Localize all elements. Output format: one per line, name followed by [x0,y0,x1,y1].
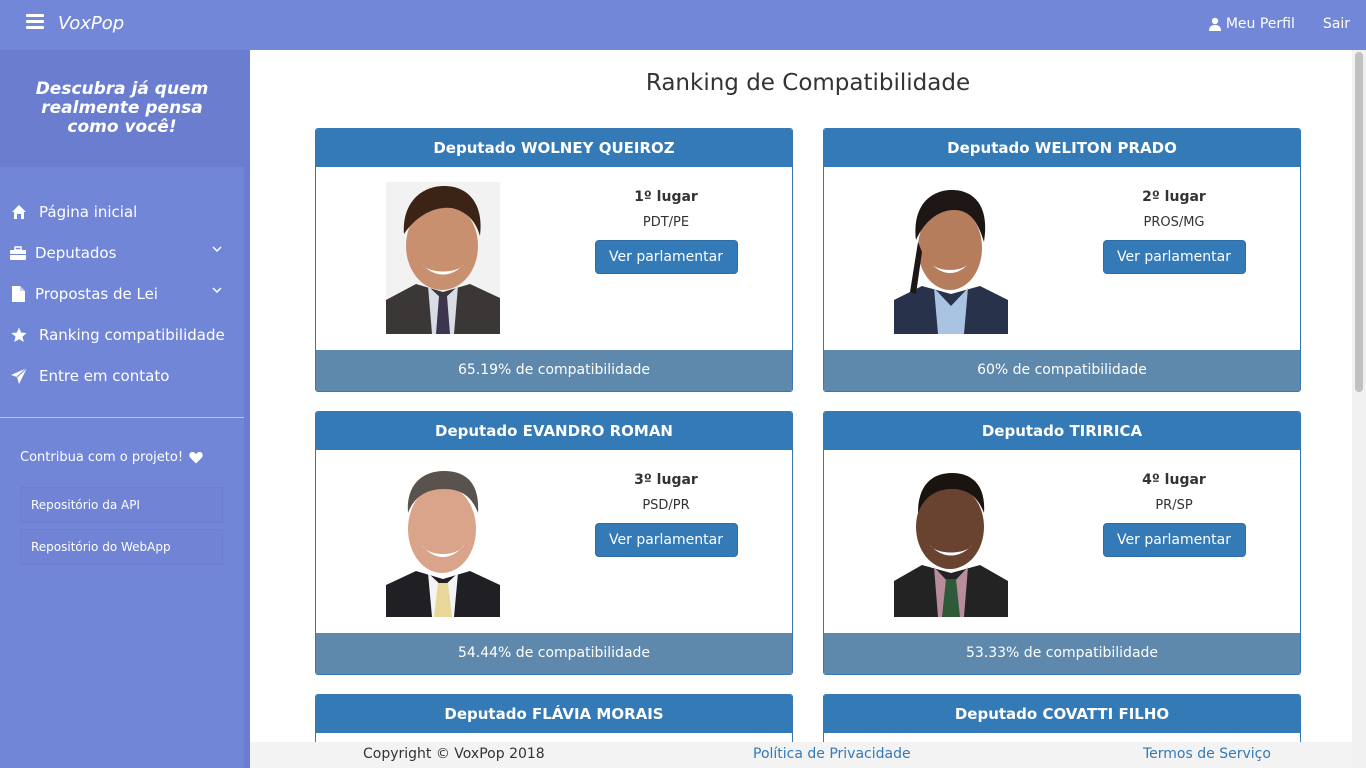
sidebar-item-label: Entre em contato [39,366,170,385]
view-deputy-button[interactable]: Ver parlamentar [1102,240,1246,274]
deputy-party: PR/SP [1155,498,1193,513]
copyright-text: Copyright © VoxPop 2018 [363,746,545,762]
view-deputy-button[interactable]: Ver parlamentar [1102,523,1246,557]
nav-right: Meu Perfil Sair [1208,16,1350,32]
deputy-name: Deputado FLÁVIA MORAIS [316,695,792,733]
contribute-text: Contribua com o projeto! [20,450,184,465]
file-icon [10,285,26,303]
deputy-name: Deputado TIRIRICA [824,412,1300,450]
sidebar-item-label: Propostas de Lei [35,284,158,303]
repo-links: Repositório da API Repositório do WebApp [0,487,244,565]
deputy-rank: 2º lugar [1142,189,1206,205]
sidebar-menu: Página inicial Deputados Propostas de Le… [0,167,244,396]
deputy-card: Deputado WELITON PRADO 2º lugar PROS/MG … [823,128,1301,392]
sidebar-item-deputados[interactable]: Deputados [0,232,244,273]
tagline: Descubra já quem realmente pensa como vo… [35,79,209,137]
deputy-party: PDT/PE [642,215,690,230]
footer: Copyright © VoxPop 2018 Política de Priv… [250,742,1352,768]
home-icon [10,203,28,221]
heart-icon [189,452,203,464]
compat-score: 53.33% de compatibilidade [824,633,1300,674]
view-deputy-button[interactable]: Ver parlamentar [594,240,738,274]
sidebar-item-label: Ranking compatibilidade [39,325,225,344]
card-body: 4º lugar PR/SP Ver parlamentar [824,450,1300,633]
brand-logo[interactable]: VoxPop [58,13,124,34]
card-body: 3º lugar PSD/PR Ver parlamentar [316,450,792,633]
chevron-down-icon [212,246,222,253]
send-icon [10,367,28,385]
repo-webapp-button[interactable]: Repositório do WebApp [20,529,223,565]
profile-label: Meu Perfil [1225,16,1295,32]
deputy-name: Deputado EVANDRO ROMAN [316,412,792,450]
logout-link[interactable]: Sair [1323,16,1350,32]
deputy-info: 1º lugar PDT/PE Ver parlamentar [594,189,738,274]
scrollbar-thumb[interactable] [1355,52,1363,392]
main-content: Ranking de Compatibilidade Deputado WOLN… [250,50,1352,768]
deputy-info: 3º lugar PSD/PR Ver parlamentar [594,472,738,557]
scrollbar[interactable] [1352,50,1366,768]
compat-score: 54.44% de compatibilidade [316,633,792,674]
view-deputy-button[interactable]: Ver parlamentar [594,523,738,557]
deputy-photo [894,465,1008,617]
deputy-name: Deputado COVATTI FILHO [824,695,1300,733]
card-body: 2º lugar PROS/MG Ver parlamentar [824,167,1300,350]
deputy-card: Deputado EVANDRO ROMAN 3º lugar PSD/PR V… [315,411,793,675]
compat-score: 65.19% de compatibilidade [316,350,792,391]
deputy-name: Deputado WOLNEY QUEIROZ [316,129,792,167]
deputy-rank: 3º lugar [634,472,698,488]
tagline-box: Descubra já quem realmente pensa como vo… [0,50,244,167]
contribute-label: Contribua com o projeto! [0,418,244,465]
briefcase-icon [10,244,26,262]
terms-link[interactable]: Termos de Serviço [1143,746,1271,762]
deputy-rank: 1º lugar [634,189,698,205]
deputy-party: PSD/PR [642,498,690,513]
deputy-card: Deputado TIRIRICA 4º lugar PR/SP Ver par… [823,411,1301,675]
deputy-card: Deputado WOLNEY QUEIROZ 1º lugar PDT/PE … [315,128,793,392]
card-body: 1º lugar PDT/PE Ver parlamentar [316,167,792,350]
star-icon [10,326,28,344]
sidebar-divider [0,417,244,418]
menu-toggle-icon[interactable] [26,14,44,34]
page-title: Ranking de Compatibilidade [645,70,971,96]
deputy-name: Deputado WELITON PRADO [824,129,1300,167]
deputy-photo [386,182,500,334]
sidebar-item-home[interactable]: Página inicial [0,191,244,232]
deputy-photo [894,182,1008,334]
deputy-photo [386,465,500,617]
sidebar-item-contato[interactable]: Entre em contato [0,355,244,396]
sidebar-item-ranking[interactable]: Ranking compatibilidade [0,314,244,355]
privacy-link[interactable]: Política de Privacidade [753,746,911,762]
deputy-info: 2º lugar PROS/MG Ver parlamentar [1102,189,1246,274]
user-icon [1208,17,1221,31]
compat-score: 60% de compatibilidade [824,350,1300,391]
deputy-info: 4º lugar PR/SP Ver parlamentar [1102,472,1246,557]
chevron-down-icon [212,287,222,294]
repo-api-button[interactable]: Repositório da API [20,487,223,523]
sidebar-item-label: Página inicial [39,202,138,221]
top-navbar: VoxPop Meu Perfil Sair [0,0,1366,50]
deputy-party: PROS/MG [1143,215,1205,230]
sidebar-item-propostas[interactable]: Propostas de Lei [0,273,244,314]
profile-link[interactable]: Meu Perfil [1208,16,1295,32]
sidebar: Descubra já quem realmente pensa como vo… [0,50,244,768]
sidebar-item-label: Deputados [35,243,117,262]
deputy-rank: 4º lugar [1142,472,1206,488]
